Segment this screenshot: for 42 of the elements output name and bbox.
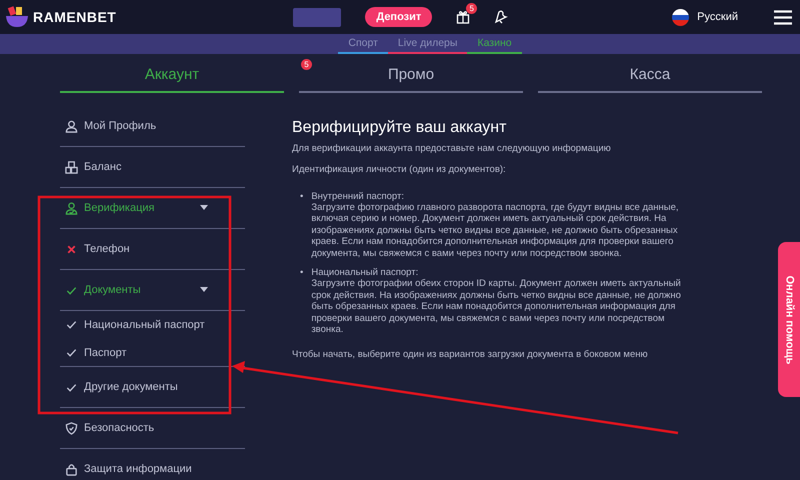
sidebar-item[interactable]: Мой Профиль bbox=[60, 106, 245, 147]
flag-icon[interactable] bbox=[672, 8, 690, 26]
tab[interactable]: Промо 5 bbox=[299, 58, 523, 93]
user-check-icon bbox=[65, 202, 78, 214]
document-description: Загрузите фотографию главного разворота паспорта, где будут видны все данные, включая серию и номер. Документ должен иметь актуальный срок действия. На изображениях должны быть четко видны все данные, не должно быть обрезанных краев. Если нам понадобится дополнительная информация для проверки вашего документа, мы свяжемся с вами через почту или посредством звонка. bbox=[311, 202, 680, 259]
coins-icon bbox=[65, 160, 78, 174]
document-name: Внутренний паспорт: bbox=[311, 190, 405, 202]
tab[interactable]: Аккаунт bbox=[60, 58, 284, 93]
language-label[interactable]: Русский bbox=[697, 11, 738, 23]
sidebar-item[interactable]: Баланс bbox=[60, 147, 245, 188]
cross-icon bbox=[65, 242, 78, 256]
subtitle-text: Идентификация личности (один из документов): bbox=[292, 164, 507, 177]
online-help-button[interactable]: Онлайн помощь bbox=[778, 242, 800, 397]
document-description: Загрузите фотографии обеих сторон ID карты. Документ должен иметь актуальный срок действия. На изображениях должны быть четко видны все данные, не должно быть обрезанных краев. Если нам понадобится дополнительная информация для проверки вашего документа, мы свяжемся с вами через почту или посредством звонка. bbox=[311, 278, 682, 336]
sidebar-item[interactable]: Документы bbox=[60, 270, 245, 311]
user-icon bbox=[65, 120, 78, 132]
notification-badge: 5 bbox=[466, 3, 478, 14]
gift-icon[interactable] bbox=[456, 10, 470, 24]
menu-icon[interactable] bbox=[774, 10, 792, 24]
sidebar-item[interactable]: Защита информации bbox=[60, 449, 245, 480]
bowl-icon bbox=[4, 5, 30, 29]
logo-text: RAMENBET bbox=[33, 9, 116, 25]
page-title: Верифицируйте ваш аккаунт bbox=[292, 119, 508, 137]
category-link[interactable]: Казино bbox=[467, 34, 522, 54]
lock-icon bbox=[65, 462, 78, 476]
document-name: Национальный паспорт: bbox=[311, 266, 420, 278]
sidebar-item[interactable]: Безопасность bbox=[60, 408, 245, 449]
tab[interactable]: Касса bbox=[538, 58, 762, 93]
sidebar-item[interactable]: Национальный паспорт bbox=[60, 311, 245, 339]
sidebar-item[interactable]: Телефон bbox=[60, 229, 245, 270]
caret-icon bbox=[200, 205, 208, 211]
deposit-button[interactable]: Депозит bbox=[365, 7, 432, 27]
bullet: • bbox=[300, 266, 304, 280]
intro-text: Для верификации аккаунта предоставьте нам следующую информацию bbox=[292, 143, 612, 156]
sidebar-item[interactable]: Верификация bbox=[60, 188, 245, 229]
shield-icon bbox=[65, 422, 78, 434]
caret-icon bbox=[200, 287, 208, 293]
bullet: • bbox=[300, 190, 304, 204]
instruction-text: Чтобы начать, выберите один из вариантов загрузки документа в боковом меню bbox=[292, 349, 649, 362]
header-box bbox=[293, 8, 342, 26]
tab-badge: 5 bbox=[301, 59, 312, 70]
bell-icon[interactable] bbox=[494, 10, 508, 24]
